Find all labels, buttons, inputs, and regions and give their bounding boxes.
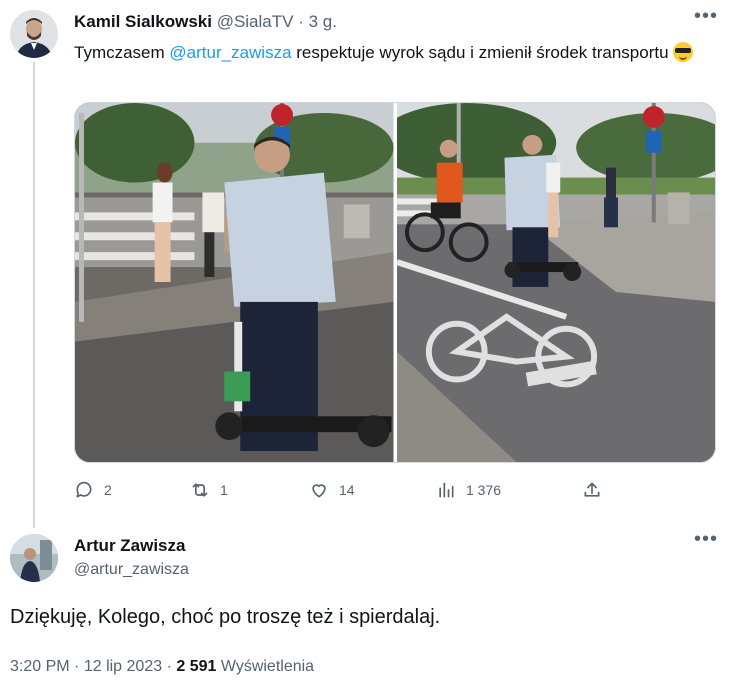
share-icon — [584, 482, 600, 497]
like-button[interactable]: 14 — [309, 480, 355, 500]
reply-meta: 3:20 PM · 12 lip 2023 · 2 591 Wyświetlen… — [10, 658, 314, 676]
tweet-text-before: Tymczasem — [74, 43, 170, 62]
media-grid — [74, 102, 716, 463]
views-chart-icon — [439, 482, 454, 498]
tweet-original: Kamil Sialkowski @SialaTV · 3 g. ••• Tym… — [0, 0, 735, 528]
retweet-count: 1 — [220, 482, 228, 498]
photo-man-on-scooter-bike-lane[interactable] — [396, 103, 715, 462]
retweet-button[interactable]: 1 — [190, 480, 228, 500]
avatar[interactable] — [10, 10, 58, 58]
tweet-header: Kamil Sialkowski @SialaTV · 3 g. — [74, 12, 337, 32]
share-button[interactable] — [582, 480, 602, 500]
retweet-icon — [192, 483, 208, 497]
tweet-text-after: respektuje wyrok sądu i zmienił środek t… — [291, 43, 669, 62]
avatar[interactable] — [10, 534, 58, 582]
views-count: 1 376 — [466, 482, 502, 498]
thread-line — [33, 62, 35, 528]
more-options-icon[interactable]: ••• — [694, 5, 718, 28]
reply-views-label: Wyświetlenia — [220, 658, 315, 675]
author-name[interactable]: Artur Zawisza — [74, 536, 189, 556]
author-handle[interactable]: @SialaTV — [217, 12, 294, 31]
more-options-icon[interactable]: ••• — [694, 528, 718, 551]
reply-date[interactable]: 12 lip 2023 — [84, 658, 162, 675]
reply-views-count: 2 591 — [176, 658, 217, 675]
separator-dot: · — [166, 658, 172, 675]
author-name[interactable]: Kamil Sialkowski — [74, 12, 212, 31]
reply-button[interactable]: 2 — [74, 480, 112, 500]
reply-time[interactable]: 3:20 PM — [10, 658, 70, 675]
heart-icon — [312, 484, 326, 498]
separator-dot: · — [298, 12, 304, 31]
separator-dot: · — [74, 658, 80, 675]
reply-icon — [76, 481, 92, 498]
sunglasses-face-emoji-icon — [673, 42, 694, 62]
author-handle[interactable]: @artur_zawisza — [74, 561, 189, 579]
mention-link[interactable]: @artur_zawisza — [169, 43, 291, 62]
photo-man-on-scooter-crosswalk[interactable] — [75, 103, 394, 462]
reply-text: Dziękuję, Kolego, choć po troszę też i s… — [10, 606, 441, 628]
reply-count: 2 — [104, 482, 112, 498]
reply-header: Artur Zawisza @artur_zawisza — [74, 536, 189, 579]
views-button[interactable]: 1 376 — [436, 480, 501, 500]
like-count: 14 — [339, 482, 355, 498]
tweet-text: Tymczasem @artur_zawisza respektuje wyro… — [74, 40, 714, 65]
tweet-time[interactable]: 3 g. — [309, 12, 337, 31]
tweet-actions: 2 1 14 1 376 — [74, 480, 634, 504]
